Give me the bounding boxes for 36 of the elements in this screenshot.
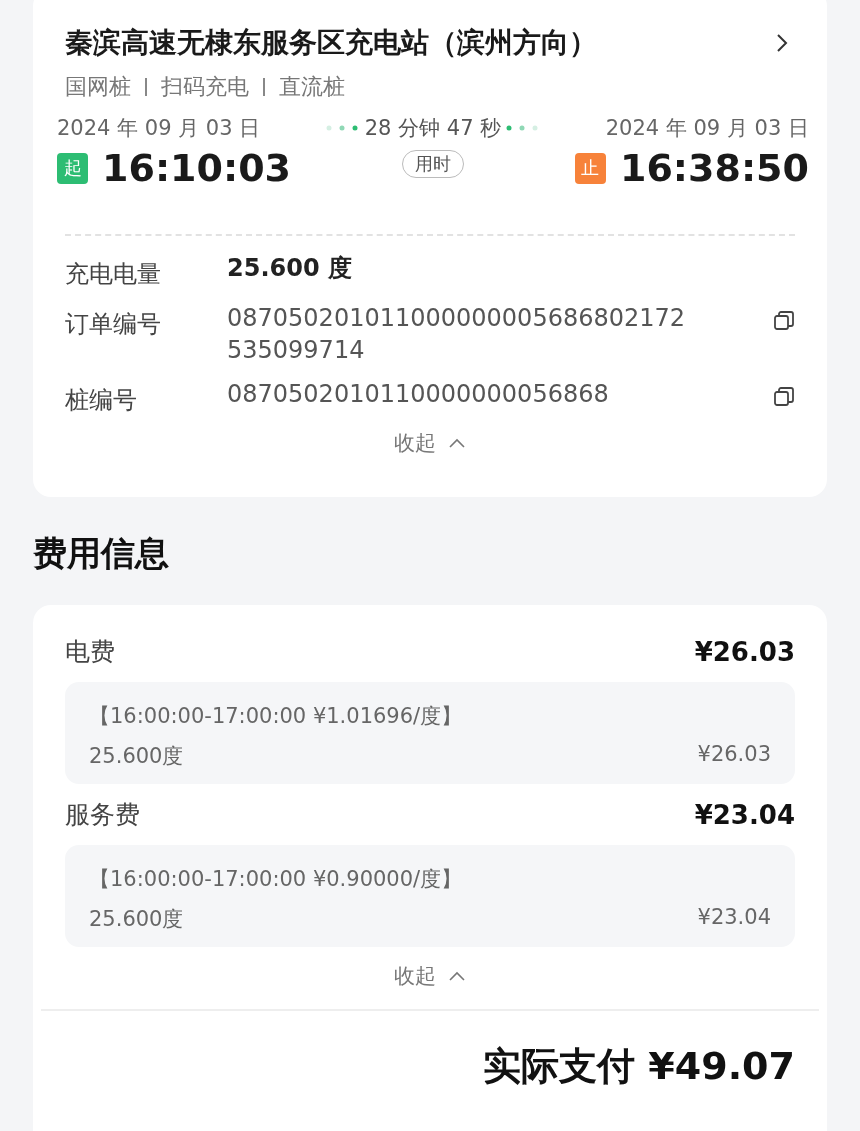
detail-value: 0870502010110000000056868 xyxy=(227,379,610,410)
end-time: 16:38:50 xyxy=(619,146,809,190)
fee-name: 服务费 xyxy=(65,799,140,831)
detail-label: 桩编号 xyxy=(65,385,138,416)
chevron-right-icon[interactable] xyxy=(775,32,789,54)
copy-icon[interactable] xyxy=(773,386,795,408)
fee-subtotal: ¥23.04 xyxy=(697,905,771,931)
total-paid: 实际支付 ¥49.07 xyxy=(483,1043,795,1090)
station-tag: 扫码充电 xyxy=(161,72,249,102)
fee-amount: ¥26.03 xyxy=(694,636,795,667)
end-date: 2024 年 09 月 03 日 xyxy=(605,115,809,142)
collapse-button[interactable]: 收起 xyxy=(388,428,472,458)
station-name: 秦滨高速无棣东服务区充电站（滨州方向） xyxy=(65,25,597,61)
price-period: 【16:00:00-17:00:00 ¥0.90000/度】 xyxy=(89,866,464,893)
start-date: 2024 年 09 月 03 日 xyxy=(57,115,262,142)
station-tag: 国网桩 xyxy=(65,72,131,102)
price-period: 【16:00:00-17:00:00 ¥1.01696/度】 xyxy=(89,703,464,730)
station-tag: 直流桩 xyxy=(279,72,345,102)
fee-subtotal: ¥26.03 xyxy=(697,742,771,768)
section-title: 费用信息 xyxy=(33,532,170,575)
detail-value: 25.600 度 xyxy=(227,253,353,284)
start-badge: 起 xyxy=(57,152,88,184)
chevron-up-icon xyxy=(448,971,466,981)
detail-label: 充电电量 xyxy=(65,259,162,290)
fee-name: 电费 xyxy=(65,636,115,668)
fee-energy: 25.600度 xyxy=(89,906,184,933)
end-badge: 止 xyxy=(574,152,606,184)
collapse-button[interactable]: 收起 xyxy=(388,961,472,991)
start-time: 16:10:03 xyxy=(102,146,292,190)
detail-value: 087050201011000000005686802172535099714 xyxy=(227,303,687,366)
chevron-up-icon xyxy=(448,438,466,448)
duration: 28 分钟 47 秒 xyxy=(364,115,502,142)
detail-label: 订单编号 xyxy=(65,309,162,340)
fee-amount: ¥23.04 xyxy=(694,799,795,830)
fee-energy: 25.600度 xyxy=(89,743,184,770)
copy-icon[interactable] xyxy=(773,310,795,332)
